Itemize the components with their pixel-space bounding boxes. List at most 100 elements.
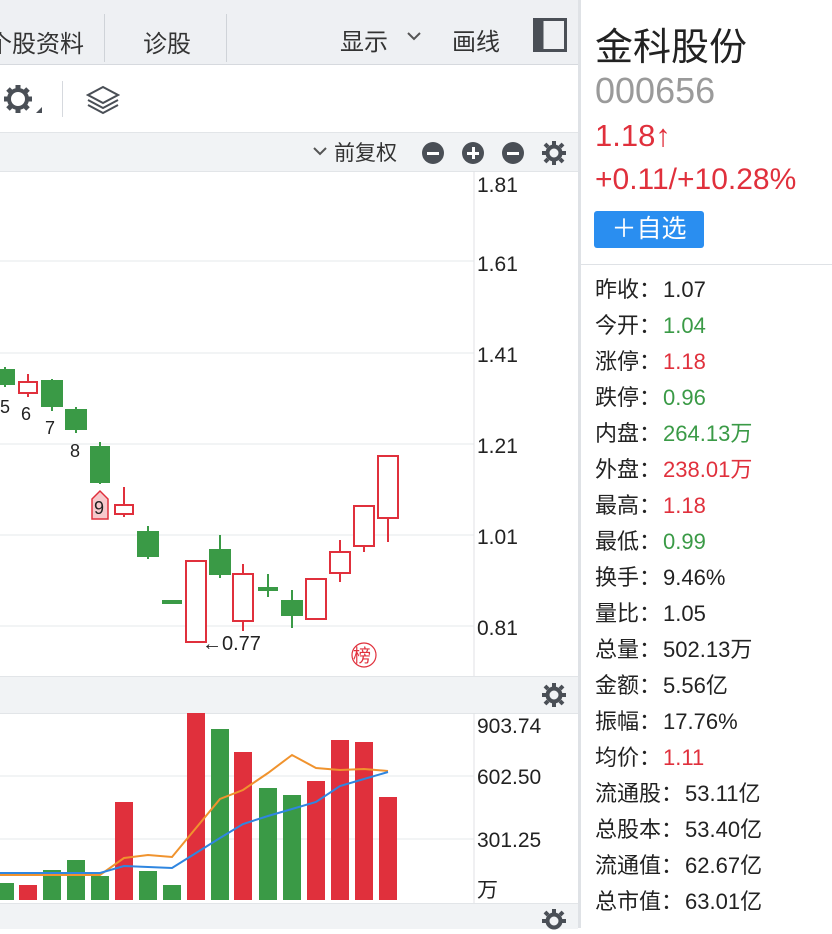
chevron-down-icon[interactable]	[406, 30, 422, 42]
candle-label: 6	[21, 404, 31, 424]
layers-icon[interactable]	[86, 85, 120, 115]
stat-label: 昨收	[595, 277, 640, 302]
stat-row: 量比：1.05	[595, 598, 762, 634]
stat-colon: ：	[639, 529, 662, 554]
stat-colon: ：	[639, 493, 662, 518]
stat-row: 跌停：0.96	[595, 382, 762, 418]
y-tick: 602.50	[477, 766, 541, 789]
kline-header: 前复权	[0, 132, 578, 172]
volume-bar	[355, 742, 373, 900]
stat-value: 9.46%	[663, 565, 726, 590]
stat-label: 内盘	[595, 421, 640, 446]
volume-bar	[67, 860, 85, 900]
display-menu[interactable]: 显示	[340, 22, 388, 57]
tab-diagnose[interactable]: 诊股	[143, 24, 191, 59]
top-tab-bar: 个股资料 诊股 显示 画线	[0, 0, 578, 65]
stat-value: 0.99	[663, 529, 706, 554]
kline-chart[interactable]: 1.81 1.61 1.41 1.21 1.01 0.81 5 6 7 8 9 …	[0, 171, 578, 676]
settings-gear-icon[interactable]	[541, 140, 567, 166]
panel-toggle-icon[interactable]	[533, 18, 567, 52]
candle-body	[232, 573, 254, 622]
candle-body	[305, 578, 327, 620]
stat-label: 振幅	[595, 709, 640, 734]
y-tick: 903.74	[477, 715, 542, 738]
volume-bar	[234, 752, 252, 900]
candle-body	[65, 409, 87, 430]
kline-candles	[0, 367, 399, 643]
stat-colon: ：	[639, 385, 662, 410]
volume-bar	[379, 797, 397, 900]
candle-body	[185, 560, 207, 643]
stat-value: 1.18	[663, 493, 706, 518]
candle-body	[281, 600, 303, 616]
tab-stock-profile[interactable]: 个股资料	[0, 24, 84, 59]
stat-colon: ：	[639, 457, 662, 482]
volume-bar	[139, 871, 157, 900]
stat-value: 1.07	[663, 277, 706, 302]
candle-label: 5	[0, 397, 10, 417]
settings-gear-icon[interactable]	[541, 908, 567, 934]
draw-line-button[interactable]: 画线	[452, 22, 500, 57]
stat-label: 量比	[595, 601, 640, 626]
stock-change: +0.11/+10.28%	[595, 163, 797, 196]
volume-bar	[211, 729, 229, 900]
quote-divider	[581, 264, 832, 265]
stat-value: 53.11亿	[685, 781, 761, 806]
y-tick: 0.81	[477, 617, 518, 640]
stat-row: 总股本：53.40亿	[595, 814, 762, 850]
stock-price: 1.18↑	[595, 118, 671, 153]
stat-colon: ：	[639, 349, 662, 374]
remove-icon[interactable]	[502, 142, 524, 164]
candle-label: 9	[94, 498, 104, 518]
stat-label: 总量	[595, 637, 640, 662]
candle-body	[0, 369, 15, 385]
chevron-down-icon[interactable]	[312, 145, 328, 157]
stat-colon: ：	[661, 853, 684, 878]
gear-icon[interactable]	[2, 83, 44, 117]
volume-unit: 万	[477, 879, 498, 902]
candle-body	[90, 446, 110, 483]
stat-row: 流通值：62.67亿	[595, 850, 762, 886]
zoom-out-icon[interactable]	[422, 142, 444, 164]
volume-bar	[187, 713, 205, 900]
candle-body	[377, 455, 399, 519]
stat-value: 238.01万	[663, 457, 753, 482]
candle-label: 7	[45, 418, 55, 438]
stat-label: 外盘	[595, 457, 640, 482]
settings-gear-icon[interactable]	[541, 682, 567, 708]
y-tick: 1.01	[477, 526, 518, 549]
toolbar-divider	[62, 81, 63, 117]
volume-footer	[0, 903, 578, 930]
stat-value: 1.05	[663, 601, 706, 626]
stat-row: 涨停：1.18	[595, 346, 762, 382]
quote-panel: 金科股份 000656 1.18↑ +0.11/+10.28% ＋自选 昨收：1…	[581, 0, 832, 928]
stat-colon: ：	[639, 709, 662, 734]
zoom-in-icon[interactable]	[462, 142, 484, 164]
candle-body	[209, 549, 231, 575]
y-tick: 1.81	[477, 174, 518, 197]
stat-label: 今开	[595, 313, 640, 338]
volume-chart[interactable]: 903.74 602.50 301.25 万	[0, 713, 578, 903]
candle-body	[137, 531, 159, 557]
stat-label: 总股本	[595, 817, 662, 842]
stat-value: 5.56亿	[663, 673, 728, 698]
volume-bar	[91, 876, 109, 900]
stat-colon: ：	[639, 601, 662, 626]
stat-value: 1.04	[663, 313, 706, 338]
price-adjust-select[interactable]: 前复权	[334, 137, 397, 167]
stat-row: 总市值：63.01亿	[595, 886, 762, 922]
candle-body	[353, 505, 375, 547]
stat-label: 最低	[595, 529, 640, 554]
stat-colon: ：	[661, 817, 684, 842]
add-watchlist-button[interactable]: ＋自选	[594, 211, 704, 248]
stat-colon: ：	[639, 673, 662, 698]
quote-stats: 昨收：1.07 今开：1.04 涨停：1.18 跌停：0.96 内盘：264.13万 外盘…	[595, 274, 762, 922]
y-tick: 1.41	[477, 344, 518, 367]
stat-value: 1.18	[663, 349, 706, 374]
stat-row: 最高：1.18	[595, 490, 762, 526]
low-price-marker: ←0.77	[202, 633, 261, 655]
stat-value: 264.13万	[663, 421, 753, 446]
y-tick: 301.25	[477, 829, 541, 852]
volume-bar	[115, 802, 133, 900]
stat-row: 均价：1.11	[595, 742, 762, 778]
